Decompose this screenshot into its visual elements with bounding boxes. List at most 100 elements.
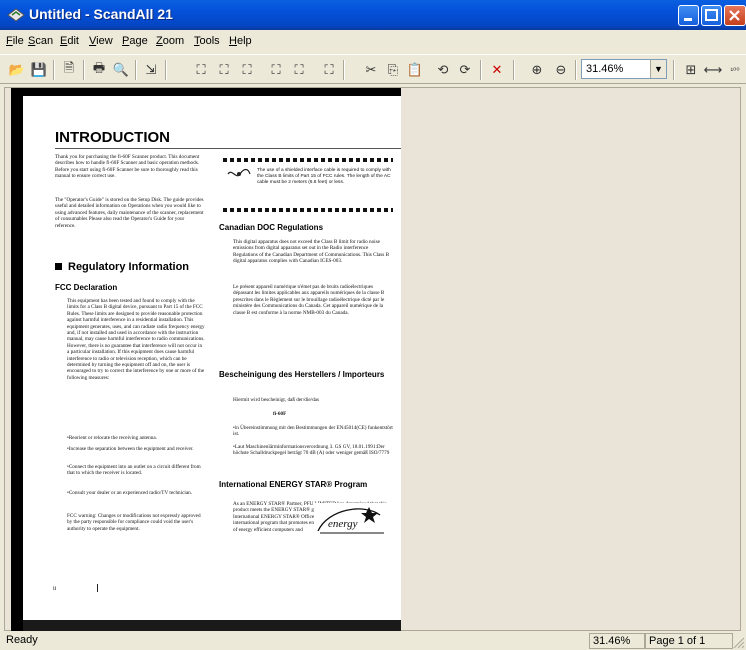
rotate-right-button[interactable]: ⟳ bbox=[454, 59, 476, 81]
doc-intro-1: Thank you for purchasing the fi-60F Scan… bbox=[55, 154, 200, 180]
cut-button[interactable]: ✂ bbox=[360, 59, 382, 81]
zoom-out-button[interactable]: ⊖ bbox=[550, 59, 572, 81]
doc-page-mark bbox=[97, 584, 98, 592]
bullet-square-icon bbox=[55, 263, 62, 270]
toolbar-separator bbox=[343, 60, 345, 80]
properties-icon: 🗎 bbox=[63, 60, 75, 75]
fit-width-icon: ⟷ bbox=[703, 62, 723, 77]
delete-x-icon: ✕ bbox=[491, 62, 503, 77]
doc-bullet-2: •Increase the separation between the equ… bbox=[67, 446, 194, 452]
menu-edit[interactable]: Edit bbox=[60, 35, 79, 47]
doc-fcc-body: This equipment has been tested and found… bbox=[67, 298, 205, 381]
rotate-left-icon: ⟲ bbox=[437, 62, 449, 77]
status-zoom: 31.46% bbox=[589, 633, 645, 649]
cable-warning-icon bbox=[227, 168, 251, 177]
title-bar[interactable]: Untitled - ScandAll 21 bbox=[0, 0, 746, 30]
scan-insert-button[interactable]: ⛶ bbox=[288, 59, 310, 81]
toolbar-separator bbox=[575, 60, 577, 80]
menu-tools[interactable]: Tools bbox=[194, 35, 220, 47]
scanner-icon: ⛶ bbox=[196, 62, 206, 77]
toolbar-separator bbox=[53, 60, 55, 80]
doc-fcc-warning: FCC warning: Changes or modifications no… bbox=[67, 513, 201, 532]
menu-help[interactable]: Help bbox=[229, 35, 252, 47]
zoom-in-button[interactable]: ⊕ bbox=[526, 59, 548, 81]
scan-select-button[interactable]: ⛶ bbox=[318, 59, 340, 81]
toolbar-separator bbox=[83, 60, 85, 80]
menu-zoom[interactable]: Zoom bbox=[156, 35, 184, 47]
scan-border bbox=[23, 620, 401, 631]
notice-border-top bbox=[223, 158, 393, 162]
scissors-icon: ✂ bbox=[365, 62, 377, 77]
resize-grip-icon[interactable] bbox=[733, 637, 745, 649]
maximize-icon bbox=[705, 9, 718, 21]
chevron-down-icon[interactable]: ▼ bbox=[650, 60, 666, 78]
window-title: Untitled - ScandAll 21 bbox=[29, 6, 173, 22]
doc-canadian-body: This digital apparatus does not exceed t… bbox=[233, 239, 390, 265]
scan-border bbox=[11, 88, 23, 631]
document-workspace[interactable]: INTRODUCTION Thank you for purchasing th… bbox=[4, 87, 741, 631]
scandall-window: Untitled - ScandAll 21 File Scan Edit Vi… bbox=[0, 0, 746, 650]
toolbar-separator bbox=[165, 60, 167, 80]
minimize-icon bbox=[684, 18, 692, 21]
open-button[interactable]: 📂 bbox=[6, 59, 28, 81]
scan-export-icon: ⇲ bbox=[145, 62, 157, 77]
doc-german-2: •in Übereinstimmung mit den Bestimmungen… bbox=[233, 425, 393, 438]
print-preview-button[interactable]: 🔍 bbox=[110, 59, 132, 81]
title-rule bbox=[55, 148, 401, 149]
svg-text:energy: energy bbox=[328, 518, 358, 530]
paste-icon: 📋 bbox=[406, 62, 424, 77]
notice-border-bottom bbox=[223, 208, 393, 212]
doc-heading-german: Bescheinigung des Herstellers / Importeu… bbox=[219, 370, 385, 379]
delete-button[interactable]: ✕ bbox=[486, 59, 508, 81]
actual-size-button[interactable]: ¹⁰⁰ bbox=[724, 59, 746, 81]
menu-scan[interactable]: Scan bbox=[28, 35, 53, 47]
save-button[interactable]: 💾 bbox=[28, 59, 50, 81]
scanner-select-icon: ⛶ bbox=[324, 62, 334, 77]
rotate-right-icon: ⟳ bbox=[459, 62, 471, 77]
minimize-button[interactable] bbox=[678, 5, 699, 26]
doc-heading-regulatory: Regulatory Information bbox=[55, 261, 189, 273]
scanner-batch-icon: ⛶ bbox=[219, 62, 229, 77]
energy-star-logo-panel: energy bbox=[314, 503, 388, 537]
scan-border bbox=[11, 88, 401, 96]
menu-view[interactable]: View bbox=[89, 35, 113, 47]
app-icon bbox=[7, 8, 25, 22]
zoom-combo[interactable]: 31.46% ▼ bbox=[581, 59, 667, 79]
maximize-button[interactable] bbox=[701, 5, 722, 26]
menu-page[interactable]: Page bbox=[122, 35, 148, 47]
open-folder-icon: 📂 bbox=[8, 62, 26, 77]
doc-page-number: ii bbox=[53, 586, 57, 592]
save-icon: 💾 bbox=[30, 62, 48, 77]
copy-icon: ⎘ bbox=[387, 62, 399, 77]
scan-button[interactable]: ⛶ bbox=[190, 59, 212, 81]
doc-german-1: Hiermit wird bescheinigt, daß der/die/da… bbox=[233, 397, 320, 403]
doc-bullet-3: •Connect the equipment into an outlet on… bbox=[67, 464, 201, 477]
doc-french-body: Le présent appareil numérique n'émet pas… bbox=[233, 284, 385, 316]
scan-setup-button[interactable]: ⛶ bbox=[265, 59, 287, 81]
document-page[interactable]: INTRODUCTION Thank you for purchasing th… bbox=[11, 88, 401, 631]
doc-heading-energy: International ENERGY STAR® Program bbox=[219, 480, 368, 489]
paste-button[interactable]: 📋 bbox=[404, 59, 426, 81]
doc-heading-fcc: FCC Declaration bbox=[55, 283, 118, 292]
copy-button[interactable]: ⎘ bbox=[382, 59, 404, 81]
status-text: Ready bbox=[6, 634, 38, 646]
fit-page-button[interactable]: ⊞ bbox=[680, 59, 702, 81]
fit-width-button[interactable]: ⟷ bbox=[702, 59, 724, 81]
rotate-left-button[interactable]: ⟲ bbox=[432, 59, 454, 81]
menu-file[interactable]: File bbox=[6, 35, 24, 47]
close-button[interactable] bbox=[724, 5, 746, 26]
printer-icon: 🖶 bbox=[92, 60, 106, 75]
scan-append-button[interactable]: ⛶ bbox=[236, 59, 258, 81]
properties-button[interactable]: 🗎 bbox=[58, 59, 80, 81]
scan-batch-button[interactable]: ⛶ bbox=[213, 59, 235, 81]
status-bar: Ready 31.46% Page 1 of 1 bbox=[0, 631, 746, 650]
print-button[interactable]: 🖶 bbox=[88, 59, 110, 81]
doc-german-model: fi-60F bbox=[273, 411, 287, 417]
toolbar-separator bbox=[480, 60, 482, 80]
doc-german-3: •Laut Maschinenlärminformationsverordnun… bbox=[233, 444, 390, 457]
zoom-combo-value: 31.46% bbox=[586, 63, 624, 75]
doc-heading-canadian: Canadian DOC Regulations bbox=[219, 223, 324, 232]
actual-size-icon: ¹⁰⁰ bbox=[730, 65, 740, 75]
scan-to-button[interactable]: ⇲ bbox=[140, 59, 162, 81]
print-preview-icon: 🔍 bbox=[112, 62, 130, 77]
